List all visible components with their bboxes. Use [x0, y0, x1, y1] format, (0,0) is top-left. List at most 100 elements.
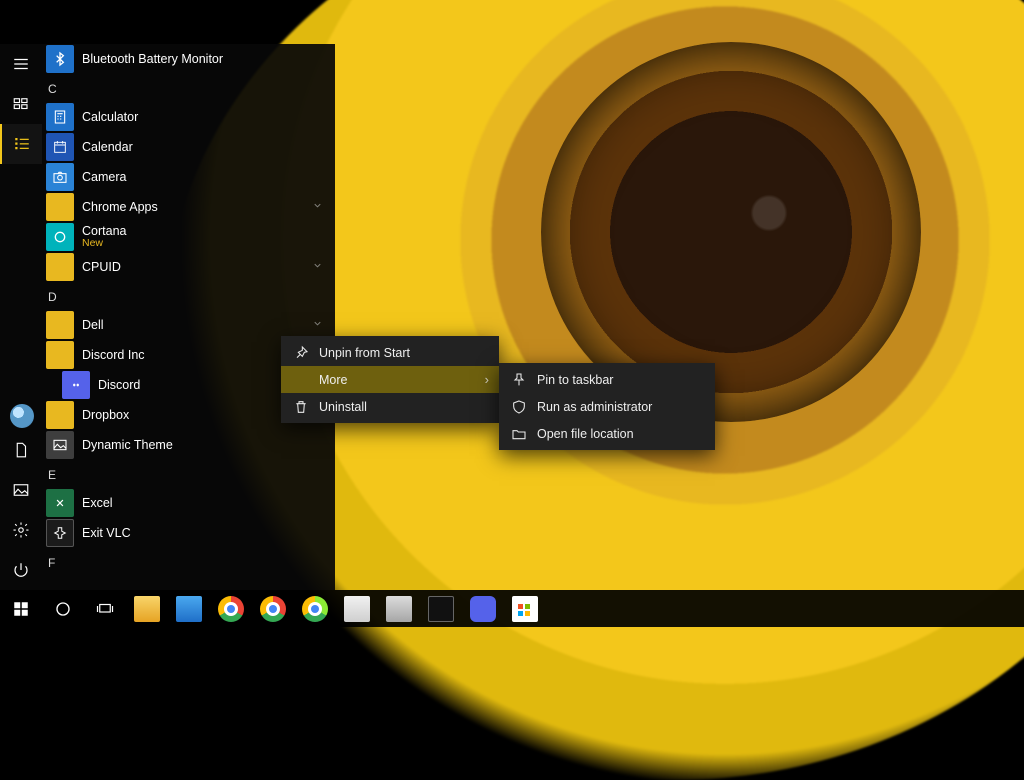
app-label: Dynamic Theme — [82, 438, 173, 452]
chevron-down-icon — [312, 318, 323, 332]
generic-app-icon — [386, 596, 412, 622]
taskbar-app-2[interactable] — [378, 590, 420, 627]
app-camera[interactable]: Camera — [42, 162, 335, 192]
app-chrome-apps[interactable]: Chrome Apps — [42, 192, 335, 222]
ctx-run-as-administrator[interactable]: Run as administrator — [499, 393, 715, 420]
taskbar-file-explorer[interactable] — [126, 590, 168, 627]
context-menu: Unpin from Start More › Uninstall — [281, 336, 499, 423]
start-left-column — [0, 44, 42, 590]
settings-icon[interactable] — [0, 510, 42, 550]
folder-icon — [46, 311, 74, 339]
ctx-label: Open file location — [537, 427, 634, 441]
documents-icon[interactable] — [0, 430, 42, 470]
chevron-down-icon — [312, 260, 323, 274]
generic-app-icon — [344, 596, 370, 622]
context-submenu: Pin to taskbar Run as administrator Open… — [499, 363, 715, 450]
app-label: Excel — [82, 496, 113, 510]
camera-icon — [46, 163, 74, 191]
app-exit-vlc[interactable]: Exit VLC — [42, 518, 335, 548]
cortana-search-button[interactable] — [42, 590, 84, 627]
taskbar-chrome-canary[interactable] — [294, 590, 336, 627]
taskbar-terminal[interactable] — [420, 590, 462, 627]
task-view-button[interactable] — [84, 590, 126, 627]
excel-icon — [46, 489, 74, 517]
pictures-icon[interactable] — [0, 470, 42, 510]
folder-icon — [46, 341, 74, 369]
app-label: Bluetooth Battery Monitor — [82, 52, 223, 66]
ctx-open-file-location[interactable]: Open file location — [499, 420, 715, 447]
chrome-icon — [260, 596, 286, 622]
pin-icon — [511, 372, 527, 388]
taskbar-app-1[interactable] — [336, 590, 378, 627]
taskbar-this-pc[interactable] — [168, 590, 210, 627]
app-label: Dell — [82, 318, 104, 332]
taskbar — [0, 590, 1024, 627]
app-calculator[interactable]: Calculator — [42, 102, 335, 132]
ctx-unpin-from-start[interactable]: Unpin from Start — [281, 339, 499, 366]
start-menu: Bluetooth Battery Monitor C Calculator C… — [0, 44, 335, 590]
chevron-right-icon: › — [485, 372, 489, 387]
microsoft-store-icon — [512, 596, 538, 622]
shield-icon — [511, 399, 527, 415]
new-badge: New — [82, 238, 126, 249]
start-button[interactable] — [0, 590, 42, 627]
app-excel[interactable]: Excel — [42, 488, 335, 518]
this-pc-icon — [176, 596, 202, 622]
folder-icon — [46, 193, 74, 221]
taskbar-discord[interactable] — [462, 590, 504, 627]
app-bluetooth-battery-monitor[interactable]: Bluetooth Battery Monitor — [42, 44, 335, 74]
section-header-e[interactable]: E — [42, 460, 335, 488]
taskbar-store[interactable] — [504, 590, 546, 627]
app-dynamic-theme[interactable]: Dynamic Theme — [42, 430, 335, 460]
folder-icon — [46, 401, 74, 429]
trash-icon — [293, 399, 309, 415]
ctx-label: Run as administrator — [537, 400, 652, 414]
app-label: Discord — [98, 378, 140, 392]
exit-vlc-icon — [46, 519, 74, 547]
app-label: Discord Inc — [82, 348, 145, 362]
dynamic-theme-icon — [46, 431, 74, 459]
chevron-down-icon — [312, 200, 323, 214]
cortana-icon — [46, 223, 74, 251]
app-label: Chrome Apps — [82, 200, 158, 214]
ctx-more[interactable]: More › — [281, 366, 499, 393]
start-app-list[interactable]: Bluetooth Battery Monitor C Calculator C… — [42, 44, 335, 590]
user-avatar-icon[interactable] — [10, 404, 34, 428]
ctx-pin-to-taskbar[interactable]: Pin to taskbar — [499, 366, 715, 393]
calculator-icon — [46, 103, 74, 131]
ctx-label: More — [319, 373, 347, 387]
app-label: Calculator — [82, 110, 138, 124]
section-header-d[interactable]: D — [42, 282, 335, 310]
calendar-icon — [46, 133, 74, 161]
file-explorer-icon — [134, 596, 160, 622]
bluetooth-icon — [46, 45, 74, 73]
section-header-c[interactable]: C — [42, 74, 335, 102]
folder-icon — [46, 253, 74, 281]
hamburger-icon[interactable] — [0, 44, 42, 84]
app-label: Dropbox — [82, 408, 129, 422]
ctx-label: Uninstall — [319, 400, 367, 414]
app-cpuid[interactable]: CPUID — [42, 252, 335, 282]
app-label: Exit VLC — [82, 526, 131, 540]
app-label: Calendar — [82, 140, 133, 154]
recent-icon[interactable] — [0, 84, 42, 124]
all-apps-icon[interactable] — [0, 124, 42, 164]
app-label: CPUID — [82, 260, 121, 274]
taskbar-chrome-1[interactable] — [210, 590, 252, 627]
power-icon[interactable] — [0, 550, 42, 590]
taskbar-chrome-2[interactable] — [252, 590, 294, 627]
chrome-canary-icon — [302, 596, 328, 622]
app-cortana[interactable]: Cortana New — [42, 222, 335, 252]
ctx-label: Pin to taskbar — [537, 373, 613, 387]
discord-icon — [62, 371, 90, 399]
terminal-icon — [428, 596, 454, 622]
app-calendar[interactable]: Calendar — [42, 132, 335, 162]
ctx-uninstall[interactable]: Uninstall — [281, 393, 499, 420]
unpin-icon — [293, 345, 309, 361]
app-label: Camera — [82, 170, 126, 184]
discord-icon — [470, 596, 496, 622]
ctx-label: Unpin from Start — [319, 346, 410, 360]
section-header-f[interactable]: F — [42, 548, 335, 576]
folder-open-icon — [511, 426, 527, 442]
chrome-icon — [218, 596, 244, 622]
